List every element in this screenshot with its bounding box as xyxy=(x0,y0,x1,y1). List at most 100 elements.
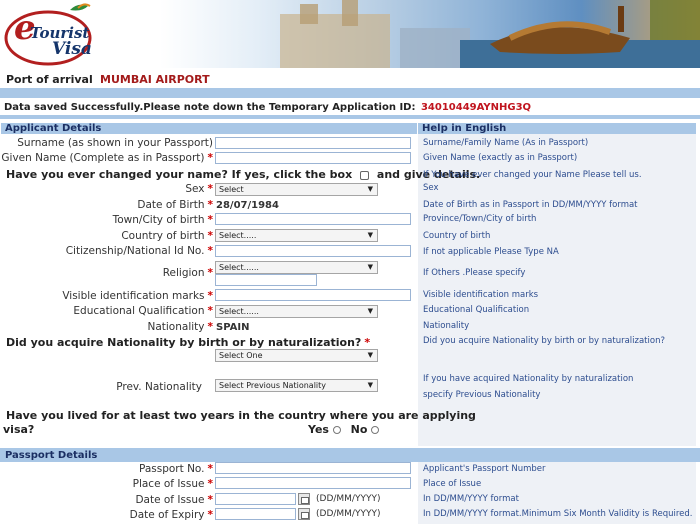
required-star: * xyxy=(207,305,214,317)
place-of-issue-label-text: Place of Issue xyxy=(132,478,205,490)
education-label-text: Educational Qualification xyxy=(73,305,205,317)
help-prev-nationality-2: specify Previous Nationality xyxy=(423,390,541,400)
help-town: Province/Town/City of birth xyxy=(423,214,537,224)
changed-name-question: Have you ever changed your name? If yes,… xyxy=(6,168,480,181)
citizenship-label: Citizenship/National Id No. * xyxy=(66,245,213,257)
given-name-label: Given Name (Complete as in Passport) * xyxy=(1,152,213,164)
help-sex: Sex xyxy=(423,183,439,193)
date-of-issue-format: (DD/MM/YYYY) xyxy=(316,494,381,504)
citizenship-label-text: Citizenship/National Id No. xyxy=(65,245,205,257)
dob-label: Date of Birth * xyxy=(137,199,213,211)
sex-label: Sex * xyxy=(185,183,213,195)
sex-select-value: Select xyxy=(219,185,244,194)
temporary-application-id: 34010449AYNHG3Q xyxy=(420,102,532,113)
required-star: * xyxy=(207,267,214,279)
surname-input[interactable] xyxy=(215,137,411,149)
passport-details-header: Passport Details xyxy=(1,450,417,461)
religion-select-value: Select...... xyxy=(219,263,259,272)
visible-marks-input[interactable] xyxy=(215,289,411,301)
date-of-expiry-input[interactable] xyxy=(215,508,296,520)
required-star: * xyxy=(207,321,214,333)
help-religion: If Others .Please specify xyxy=(423,268,526,278)
help-acquire-nationality: Did you acquire Nationality by birth or … xyxy=(423,336,665,346)
religion-label: Religion * xyxy=(163,267,213,279)
yes-radio[interactable] xyxy=(332,426,341,434)
date-of-issue-label-text: Date of Issue xyxy=(135,494,205,506)
yes-label: Yes xyxy=(308,423,329,436)
nationality-label: Nationality * xyxy=(147,321,213,333)
help-passport-no: Applicant's Passport Number xyxy=(423,464,546,474)
religion-label-text: Religion xyxy=(162,267,205,279)
sex-label-text: Sex xyxy=(185,183,205,195)
country-select-value: Select..... xyxy=(219,231,257,240)
help-date-of-expiry: In DD/MM/YYYY format.Minimum Six Month V… xyxy=(423,509,693,519)
chevron-down-icon: ▼ xyxy=(367,381,373,389)
site-header: e Tourist Visa xyxy=(0,0,700,68)
passport-no-input[interactable] xyxy=(215,462,411,474)
changed-name-checkbox[interactable] xyxy=(360,170,370,180)
help-in-english-header: Help in English xyxy=(418,123,696,134)
country-label: Country of birth * xyxy=(121,230,213,242)
help-country: Country of birth xyxy=(423,231,491,241)
saved-message-text: Data saved Successfully.Please note down… xyxy=(4,102,416,113)
help-place-of-issue: Place of Issue xyxy=(423,479,482,489)
changed-name-question-text: Have you ever changed your name? If yes,… xyxy=(6,168,353,181)
chevron-down-icon: ▼ xyxy=(367,263,373,271)
country-select[interactable]: Select..... ▼ xyxy=(215,229,378,242)
education-select[interactable]: Select...... ▼ xyxy=(215,305,378,318)
help-education: Educational Qualification xyxy=(423,305,530,315)
required-star: * xyxy=(364,336,371,349)
acquire-nationality-select[interactable]: Select One ▼ xyxy=(215,349,378,362)
required-star: * xyxy=(207,245,214,257)
port-of-arrival-label: Port of arrival xyxy=(6,73,93,86)
place-of-issue-input[interactable] xyxy=(215,477,411,489)
required-star: * xyxy=(207,463,214,475)
help-nationality: Nationality xyxy=(423,321,470,331)
date-of-issue-label: Date of Issue * xyxy=(135,494,213,506)
date-of-expiry-format: (DD/MM/YYYY) xyxy=(316,509,381,519)
passport-no-label: Passport No. * xyxy=(139,463,213,475)
passport-no-label-text: Passport No. xyxy=(138,463,205,475)
religion-other-input[interactable] xyxy=(215,274,317,286)
required-star: * xyxy=(207,478,214,490)
place-of-issue-label: Place of Issue * xyxy=(133,478,213,490)
calendar-icon[interactable] xyxy=(298,508,310,520)
required-star: * xyxy=(207,199,214,211)
prev-nationality-select-value: Select Previous Nationality xyxy=(219,381,327,390)
calendar-icon[interactable] xyxy=(298,493,310,505)
lived-two-years-question-2: visa? xyxy=(3,423,35,436)
visible-marks-label-text: Visible identification marks xyxy=(62,290,205,302)
required-star: * xyxy=(207,494,214,506)
dob-label-text: Date of Birth xyxy=(137,199,205,211)
chevron-down-icon: ▼ xyxy=(367,185,373,193)
saved-message: Data saved Successfully.Please note down… xyxy=(4,102,531,113)
help-dob: Date of Birth as in Passport in DD/MM/YY… xyxy=(423,200,638,210)
town-input[interactable] xyxy=(215,213,411,225)
chevron-down-icon: ▼ xyxy=(367,231,373,239)
help-given-name: Given Name (exactly as in Passport) xyxy=(423,153,578,163)
chevron-down-icon: ▼ xyxy=(367,307,373,315)
required-star: * xyxy=(207,509,214,521)
date-of-expiry-label-text: Date of Expiry xyxy=(129,509,205,521)
required-star: * xyxy=(207,152,214,164)
nationality-label-text: Nationality xyxy=(147,321,205,333)
religion-select[interactable]: Select...... ▼ xyxy=(215,261,378,274)
no-radio[interactable] xyxy=(371,426,380,434)
prev-nationality-select[interactable]: Select Previous Nationality ▼ xyxy=(215,379,378,392)
logo-visa: Visa xyxy=(52,39,92,59)
required-star: * xyxy=(207,230,214,242)
help-prev-nationality-1: If you have acquired Nationality by natu… xyxy=(423,374,634,384)
acquire-nationality-question-text: Did you acquire Nationality by birth or … xyxy=(6,336,362,349)
required-star: * xyxy=(207,214,214,226)
date-of-issue-input[interactable] xyxy=(215,493,296,505)
help-citizenship: If not applicable Please Type NA xyxy=(423,247,559,257)
town-label: Town/City of birth * xyxy=(113,214,213,226)
acquire-nationality-question: Did you acquire Nationality by birth or … xyxy=(6,336,370,349)
acquire-nationality-select-value: Select One xyxy=(219,351,263,360)
saved-divider-bar xyxy=(0,115,700,119)
given-name-input[interactable] xyxy=(215,152,411,164)
sex-select[interactable]: Select ▼ xyxy=(215,183,378,196)
citizenship-input[interactable] xyxy=(215,245,411,257)
top-divider-bar xyxy=(0,88,700,98)
lived-two-years-question: Have you lived for at least two years in… xyxy=(6,409,476,422)
